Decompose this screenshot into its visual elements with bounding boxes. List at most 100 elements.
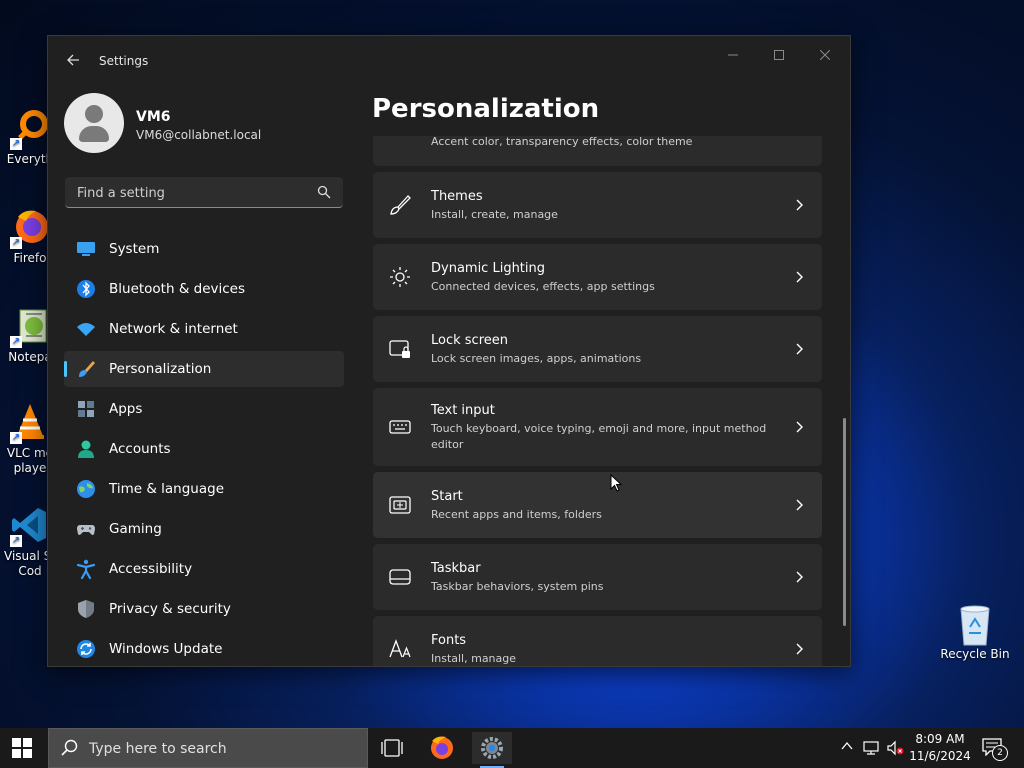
content-scrollbar[interactable] xyxy=(843,418,846,626)
card-start[interactable]: Start Recent apps and items, folders xyxy=(373,472,822,538)
title-bar: Settings xyxy=(48,36,850,86)
chevron-right-icon xyxy=(796,571,803,583)
chevron-right-icon xyxy=(796,499,803,511)
sidebar-item-label: Bluetooth & devices xyxy=(109,281,246,297)
card-subtitle: Lock screen images, apps, animations xyxy=(431,352,642,365)
sidebar-item-label: Network & internet xyxy=(109,321,238,337)
system-icon xyxy=(77,242,95,256)
notification-center-button[interactable]: 2 xyxy=(982,738,1008,761)
search-input[interactable] xyxy=(75,183,309,203)
card-subtitle: Taskbar behaviors, system pins xyxy=(431,580,604,593)
taskbar-firefox[interactable] xyxy=(422,732,462,764)
sidebar-item-personalization[interactable]: Personalization xyxy=(64,351,344,387)
sidebar-item-bluetooth[interactable]: Bluetooth & devices xyxy=(64,271,344,307)
shield-icon xyxy=(78,600,94,618)
find-setting-search[interactable] xyxy=(65,177,343,208)
avatar-body xyxy=(79,126,109,142)
sidebar-item-gaming[interactable]: Gaming xyxy=(64,511,344,547)
card-dynamic-lighting[interactable]: Dynamic Lighting Connected devices, effe… xyxy=(373,244,822,310)
apps-icon xyxy=(78,401,94,417)
settings-nav: System Bluetooth & devices Network & int… xyxy=(64,231,344,666)
user-name: VM6 xyxy=(136,109,171,125)
chevron-right-icon xyxy=(796,271,803,283)
close-button[interactable] xyxy=(802,42,848,72)
card-title: Taskbar xyxy=(431,561,481,576)
card-colors[interactable]: Accent color, transparency effects, colo… xyxy=(373,136,822,166)
sidebar-item-label: Privacy & security xyxy=(109,601,231,617)
system-clock[interactable]: 8:09 AM 11/6/2024 xyxy=(905,731,975,765)
firefox-icon xyxy=(431,736,453,759)
sidebar-item-windows-update[interactable]: Windows Update xyxy=(64,631,344,666)
desktop-icon-recycle-bin[interactable]: Recycle Bin xyxy=(940,603,1010,662)
sidebar-item-accessibility[interactable]: Accessibility xyxy=(64,551,344,587)
task-view-button[interactable] xyxy=(372,732,412,764)
chevron-up-icon xyxy=(841,741,853,750)
minimize-button[interactable] xyxy=(710,42,756,72)
card-subtitle: Install, create, manage xyxy=(431,208,558,221)
card-title: Fonts xyxy=(431,633,467,648)
clock-date: 11/6/2024 xyxy=(909,749,971,763)
card-title: Text input xyxy=(431,403,495,418)
taskbar-icon xyxy=(389,569,411,585)
chevron-right-icon xyxy=(796,199,803,211)
card-themes[interactable]: Themes Install, create, manage xyxy=(373,172,822,238)
card-title: Themes xyxy=(431,189,483,204)
close-icon xyxy=(819,49,831,61)
avatar xyxy=(64,93,124,153)
sidebar-item-privacy[interactable]: Privacy & security xyxy=(64,591,344,627)
clock-time: 8:09 AM xyxy=(915,732,965,746)
sidebar-item-label: Windows Update xyxy=(109,641,223,657)
task-view-icon xyxy=(381,739,403,757)
card-lock-screen[interactable]: Lock screen Lock screen images, apps, an… xyxy=(373,316,822,382)
card-text-input[interactable]: Text input Touch keyboard, voice typing,… xyxy=(373,388,822,466)
desktop-icon-label: Recycle Bin xyxy=(940,647,1010,661)
card-subtitle: Touch keyboard, voice typing, emoji and … xyxy=(431,422,767,451)
windows-start-button[interactable] xyxy=(10,736,34,760)
sidebar-item-label: Gaming xyxy=(109,521,162,537)
card-subtitle: Install, manage xyxy=(431,652,517,665)
network-tray-button[interactable] xyxy=(862,739,880,757)
sidebar-item-label: Time & language xyxy=(109,481,225,497)
card-subtitle: Recent apps and items, folders xyxy=(431,508,602,521)
sidebar-item-label: Personalization xyxy=(109,361,212,377)
start-icon xyxy=(389,496,411,514)
taskbar-settings[interactable] xyxy=(472,732,512,768)
recycle-bin-icon xyxy=(960,605,990,646)
taskbar-search[interactable]: Type here to search xyxy=(48,728,368,768)
gaming-icon xyxy=(77,525,95,535)
personalization-icon xyxy=(79,361,95,377)
bluetooth-icon xyxy=(77,280,95,298)
show-hidden-icons-button[interactable] xyxy=(838,739,856,757)
time-language-icon xyxy=(77,480,95,498)
volume-tray-button[interactable] xyxy=(886,739,904,757)
notification-count-badge: 2 xyxy=(992,745,1008,761)
mouse-cursor-icon xyxy=(610,474,622,492)
settings-window: Settings VM6 VM6@collabnet.local System … xyxy=(47,35,851,667)
avatar-head xyxy=(85,105,103,123)
keyboard-icon xyxy=(389,420,411,434)
network-wired-icon xyxy=(863,741,879,755)
sidebar-item-accounts[interactable]: Accounts xyxy=(64,431,344,467)
back-button[interactable] xyxy=(62,51,84,73)
chevron-right-icon xyxy=(796,643,803,655)
user-email: VM6@collabnet.local xyxy=(136,128,262,142)
card-subtitle: Connected devices, effects, app settings xyxy=(431,280,655,293)
page-title: Personalization xyxy=(372,94,600,124)
arrow-left-icon xyxy=(67,54,79,66)
sidebar-item-system[interactable]: System xyxy=(64,231,344,267)
search-icon[interactable] xyxy=(317,185,331,199)
maximize-button[interactable] xyxy=(756,42,802,72)
lock-screen-icon xyxy=(389,340,410,358)
sidebar-item-apps[interactable]: Apps xyxy=(64,391,344,427)
window-title: Settings xyxy=(99,54,149,68)
lighting-icon xyxy=(390,267,410,287)
sidebar-item-network[interactable]: Network & internet xyxy=(64,311,344,347)
sidebar-item-label: Accessibility xyxy=(109,561,193,577)
sidebar-item-time-language[interactable]: Time & language xyxy=(64,471,344,507)
taskbar: Type here to search 8:09 AM 11/6/2024 2 xyxy=(0,728,1024,768)
shortcut-arrow-icon: ↗ xyxy=(10,432,22,444)
card-fonts[interactable]: Fonts Install, manage xyxy=(373,616,822,666)
sidebar-item-label: Apps xyxy=(109,401,143,417)
card-taskbar[interactable]: Taskbar Taskbar behaviors, system pins xyxy=(373,544,822,610)
card-subtitle: Accent color, transparency effects, colo… xyxy=(431,136,693,148)
